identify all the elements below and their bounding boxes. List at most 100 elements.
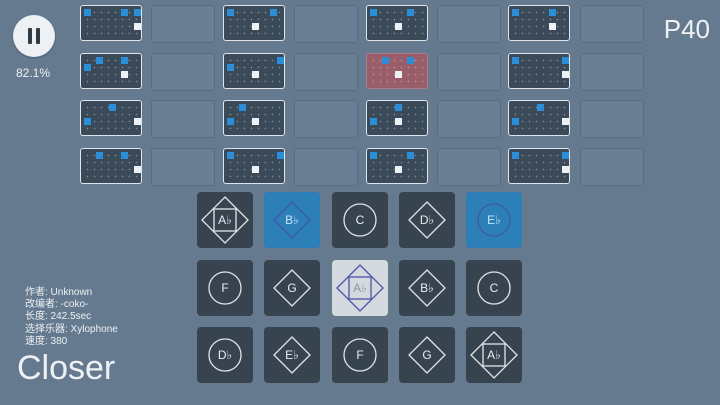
sheet-cell bbox=[80, 100, 142, 136]
note-marker-blue bbox=[239, 104, 247, 111]
note-marker-white bbox=[549, 23, 557, 30]
sheet-cell bbox=[223, 148, 285, 184]
dot-grid bbox=[512, 152, 566, 180]
dot-grid bbox=[84, 152, 138, 180]
sheet-cell-empty bbox=[580, 5, 644, 43]
note-marker-white bbox=[133, 118, 141, 125]
key-9[interactable]: B♭ bbox=[399, 260, 455, 316]
sheet-cell-empty bbox=[294, 148, 358, 186]
sheet-cell bbox=[366, 100, 428, 136]
note-marker-blue bbox=[382, 57, 390, 64]
dot-grid bbox=[512, 9, 566, 37]
key-7[interactable]: G bbox=[264, 260, 320, 316]
instrument-text: 选择乐器: Xylophone bbox=[25, 323, 118, 335]
song-info: 作者: Unknown 改编者: -coko- 长度: 242.5sec 选择乐… bbox=[25, 287, 118, 348]
key-14[interactable]: G bbox=[399, 327, 455, 383]
note-marker-blue bbox=[407, 57, 415, 64]
key-note-label: G bbox=[287, 281, 297, 295]
note-marker-blue bbox=[84, 118, 91, 125]
note-marker-blue bbox=[121, 152, 129, 159]
note-marker-white bbox=[121, 71, 129, 78]
key-1[interactable]: A♭ bbox=[197, 192, 253, 248]
key-4[interactable]: D♭ bbox=[399, 192, 455, 248]
note-marker-blue bbox=[276, 152, 284, 159]
note-marker-blue bbox=[407, 152, 415, 159]
key-note-label: G bbox=[422, 348, 432, 362]
key-note-label: A♭ bbox=[487, 348, 501, 362]
note-marker-white bbox=[394, 23, 402, 30]
note-marker-blue bbox=[549, 9, 557, 16]
sheet-cell-empty bbox=[437, 148, 501, 186]
note-marker-white bbox=[561, 118, 569, 125]
note-marker-blue bbox=[108, 104, 116, 111]
sheet-cell-empty bbox=[437, 53, 501, 91]
key-note-label: B♭ bbox=[420, 281, 434, 295]
note-marker-white bbox=[133, 166, 141, 173]
note-marker-blue bbox=[227, 9, 234, 16]
sheet-cell-empty bbox=[437, 100, 501, 138]
key-note-label: A♭ bbox=[218, 213, 232, 227]
key-12[interactable]: E♭ bbox=[264, 327, 320, 383]
key-note-label: A♭ bbox=[353, 281, 367, 295]
sheet-cell bbox=[80, 5, 142, 41]
note-marker-blue bbox=[84, 64, 91, 71]
key-3[interactable]: C bbox=[332, 192, 388, 248]
sheet-cell bbox=[223, 5, 285, 41]
note-marker-blue bbox=[407, 9, 415, 16]
progress-percent: 82.1% bbox=[15, 66, 51, 80]
key-note-label: D♭ bbox=[217, 348, 233, 362]
note-marker-blue bbox=[512, 57, 519, 64]
note-marker-blue bbox=[227, 64, 234, 71]
arranger-text: 改编者: -coko- bbox=[25, 299, 89, 311]
note-marker-blue bbox=[561, 152, 569, 159]
note-marker-blue bbox=[84, 9, 91, 16]
sheet-cell-empty bbox=[151, 148, 215, 186]
sheet-cell-empty bbox=[580, 53, 644, 91]
key-note-label: B♭ bbox=[285, 213, 299, 227]
sheet-cell-empty bbox=[580, 100, 644, 138]
note-marker-blue bbox=[370, 152, 377, 159]
note-marker-blue bbox=[276, 57, 284, 64]
sheet-cell-empty bbox=[151, 53, 215, 91]
note-marker-white bbox=[394, 118, 402, 125]
note-marker-white bbox=[251, 23, 259, 30]
key-11[interactable]: D♭ bbox=[197, 327, 253, 383]
song-title: Closer bbox=[17, 349, 116, 387]
sheet-cell bbox=[508, 53, 570, 89]
key-10[interactable]: C bbox=[466, 260, 522, 316]
note-marker-blue bbox=[227, 152, 234, 159]
key-note-label: F bbox=[221, 281, 229, 295]
page-label: P40 bbox=[663, 14, 710, 44]
sheet-cell bbox=[508, 5, 570, 41]
key-note-label: E♭ bbox=[487, 213, 501, 227]
sheet-cell-empty bbox=[294, 100, 358, 138]
key-5[interactable]: E♭ bbox=[466, 192, 522, 248]
sheet-cell bbox=[80, 148, 142, 184]
note-marker-white bbox=[133, 23, 141, 30]
key-2[interactable]: B♭ bbox=[264, 192, 320, 248]
note-marker-white bbox=[394, 166, 402, 173]
sheet-cell bbox=[508, 100, 570, 136]
note-marker-blue bbox=[370, 118, 377, 125]
note-marker-blue bbox=[133, 9, 141, 16]
key-8[interactable]: A♭ bbox=[332, 260, 388, 316]
key-6[interactable]: F bbox=[197, 260, 253, 316]
sheet-cell-empty bbox=[151, 100, 215, 138]
dot-grid bbox=[512, 57, 566, 85]
sheet-cell bbox=[223, 53, 285, 89]
note-marker-blue bbox=[536, 104, 544, 111]
pause-icon bbox=[28, 28, 32, 44]
sheet-cell bbox=[80, 53, 142, 89]
key-15[interactable]: A♭ bbox=[466, 327, 522, 383]
note-marker-white bbox=[394, 71, 402, 78]
length-text: 长度: 242.5sec bbox=[25, 311, 92, 323]
note-marker-blue bbox=[96, 152, 104, 159]
sheet-cell-empty bbox=[294, 5, 358, 43]
pause-button[interactable] bbox=[13, 15, 55, 57]
key-13[interactable]: F bbox=[332, 327, 388, 383]
note-marker-blue bbox=[512, 9, 519, 16]
note-marker-blue bbox=[370, 9, 377, 16]
note-marker-white bbox=[561, 71, 569, 78]
sheet-cell-empty bbox=[580, 148, 644, 186]
note-marker-blue bbox=[227, 118, 234, 125]
